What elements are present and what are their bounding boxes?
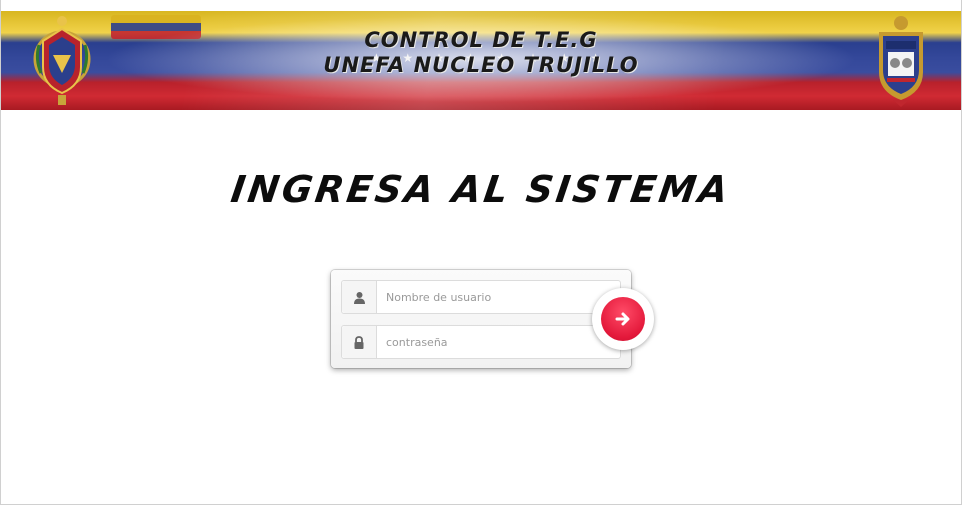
page-title: INGRESA AL SISTEMA bbox=[228, 168, 734, 211]
lock-icon bbox=[342, 326, 377, 358]
password-field bbox=[341, 325, 621, 359]
username-input[interactable] bbox=[377, 283, 586, 311]
login-form bbox=[331, 270, 631, 368]
submit-button-ring bbox=[592, 288, 654, 350]
user-icon bbox=[342, 281, 377, 313]
password-input[interactable] bbox=[377, 328, 586, 356]
banner-title-line1: CONTROL DE T.E.G bbox=[364, 28, 598, 52]
username-field bbox=[341, 280, 621, 314]
arrow-right-icon bbox=[615, 312, 630, 326]
header-banner: ★ ★ ★ ★ ★ ★ ★ ★ CONTROL DE T.E.G UNEFA NUCLEO T… bbox=[1, 11, 961, 110]
banner-title-line2: UNEFA NUCLEO TRUJILLO bbox=[323, 53, 639, 77]
login-submit-button[interactable] bbox=[601, 297, 645, 341]
